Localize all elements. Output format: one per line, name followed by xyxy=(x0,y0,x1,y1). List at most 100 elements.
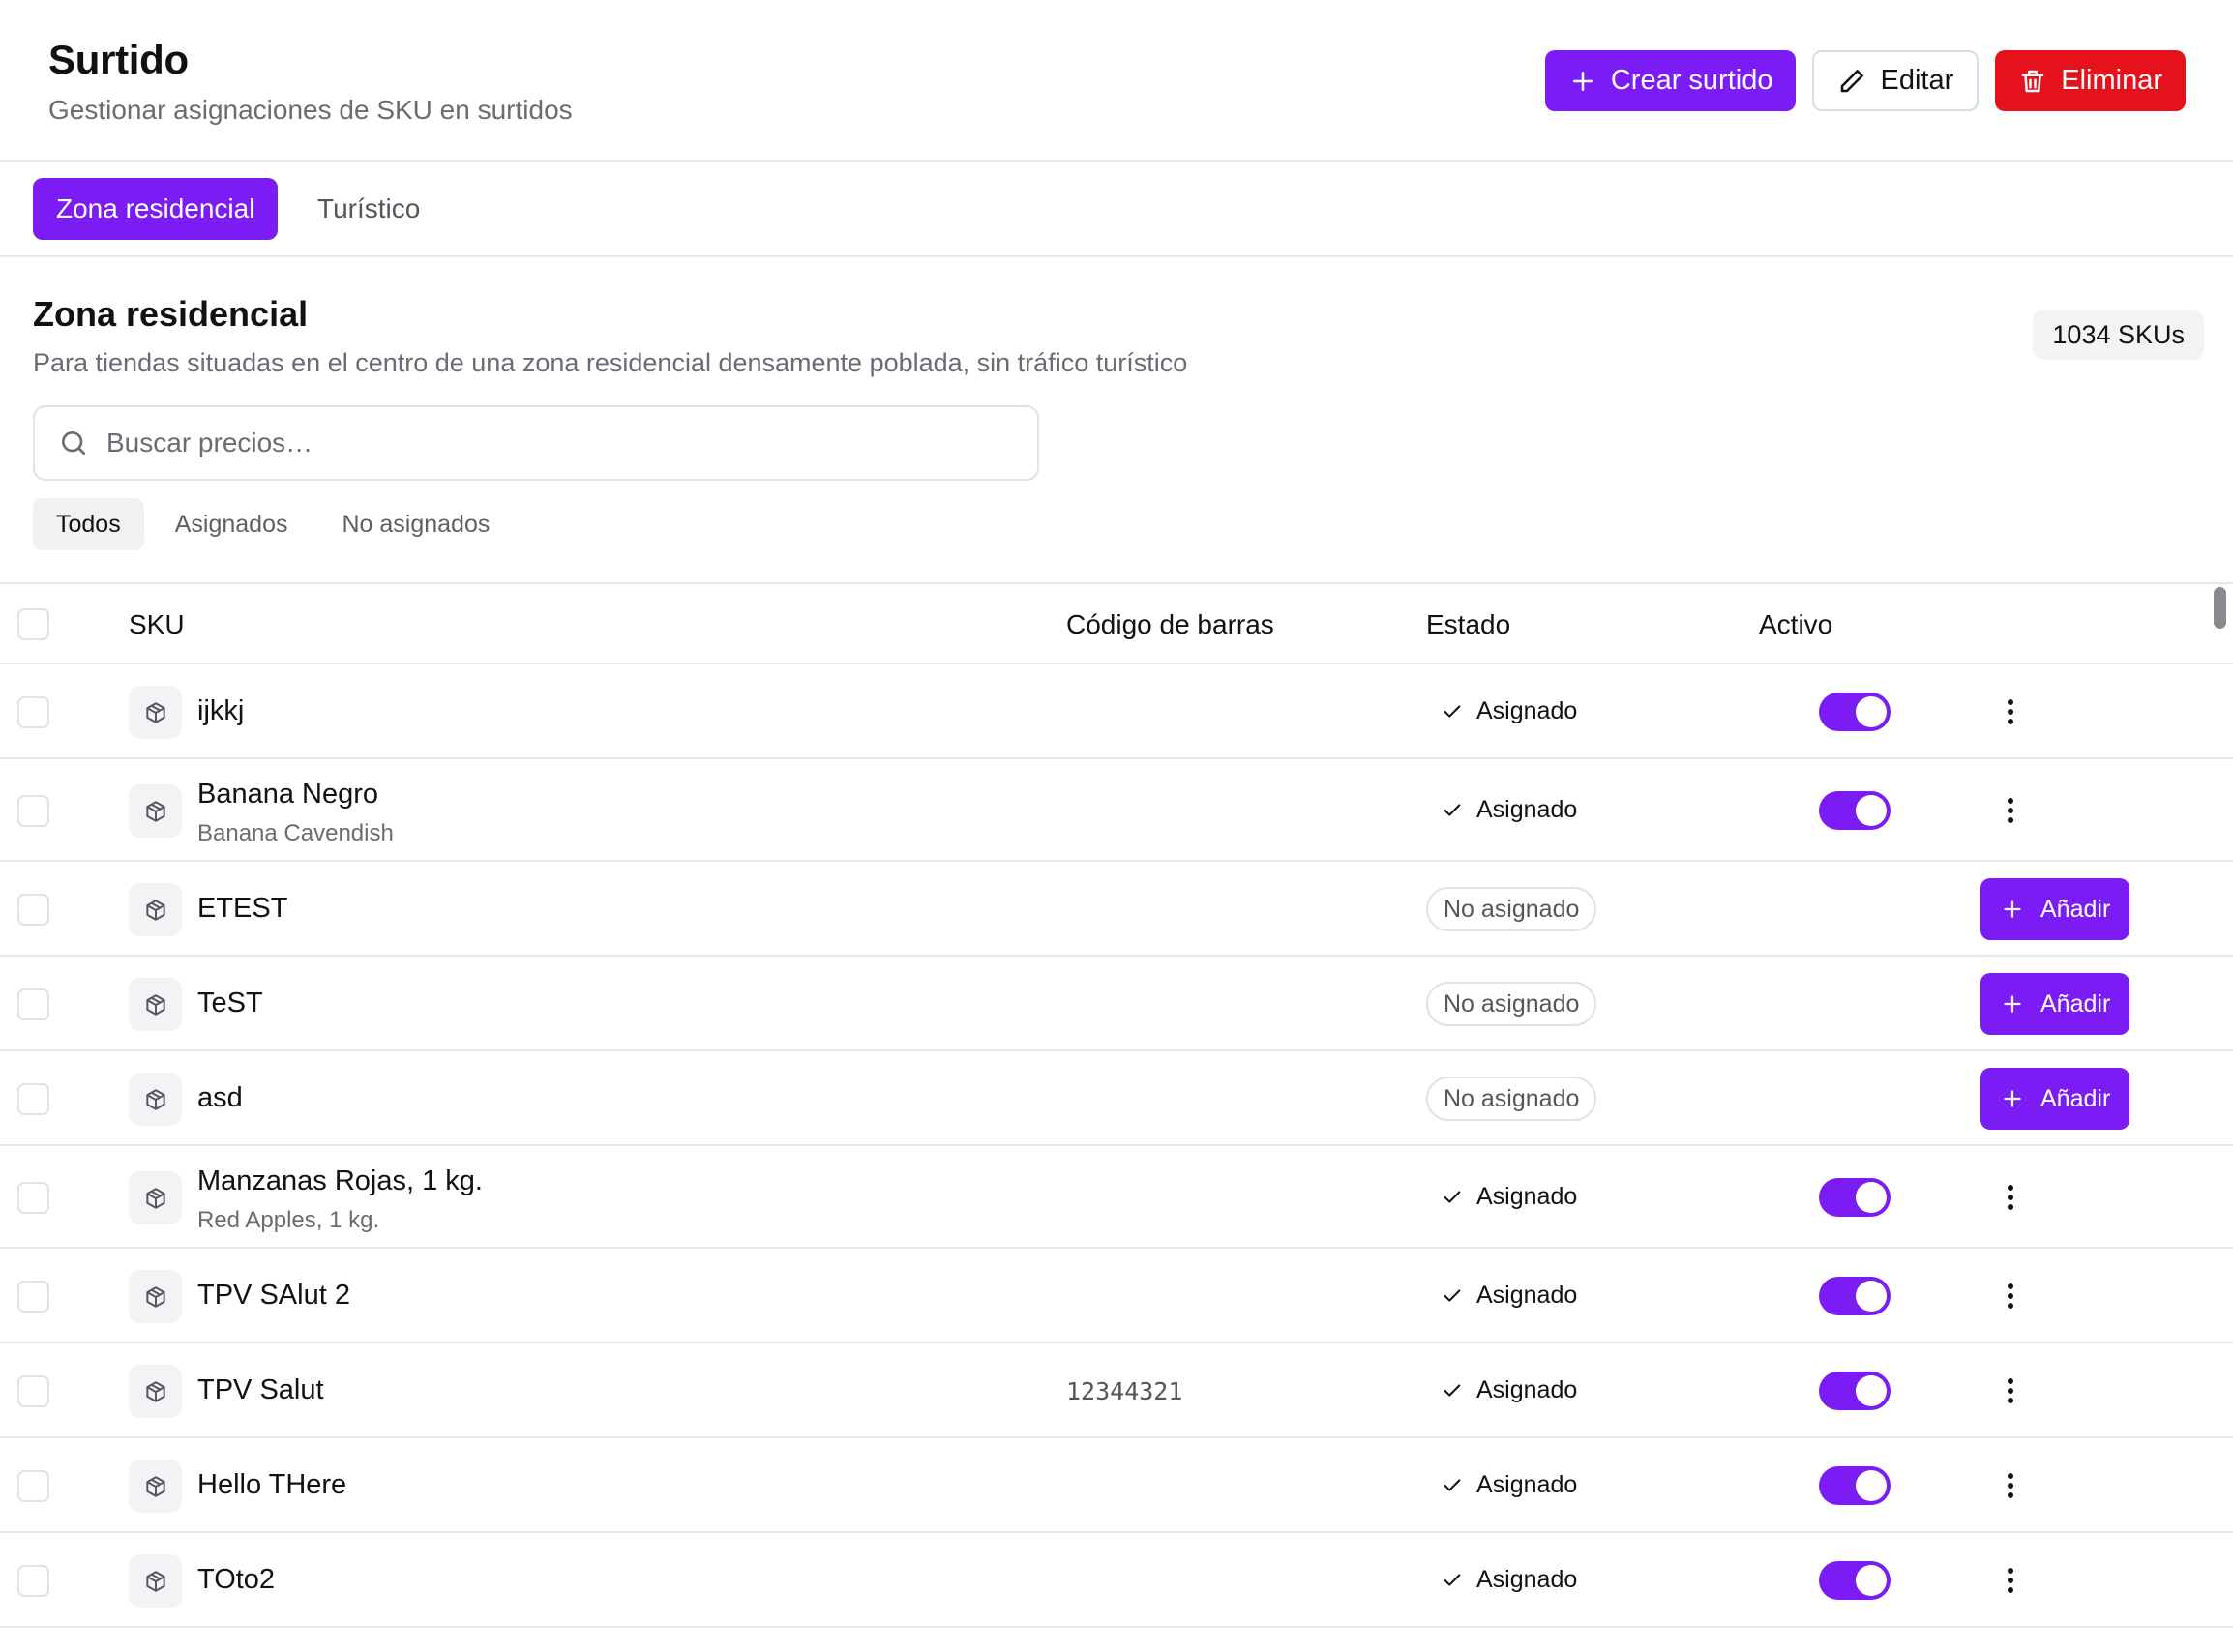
status-assigned: Asignado xyxy=(1442,1282,1577,1310)
plus-icon xyxy=(2004,1090,2021,1107)
status-label: Asignado xyxy=(1476,1471,1578,1498)
package-icon xyxy=(129,1073,182,1126)
check-icon xyxy=(1444,1573,1461,1586)
filter-todos[interactable]: Todos xyxy=(33,498,144,550)
kebab-icon[interactable] xyxy=(1995,693,2026,731)
active-toggle[interactable] xyxy=(1819,1277,1891,1315)
section-description: Para tiendas situadas en el centro de un… xyxy=(33,348,1188,377)
package-icon xyxy=(129,883,182,936)
active-toggle[interactable] xyxy=(1819,1178,1891,1217)
row-checkbox[interactable] xyxy=(17,894,49,926)
add-label: Añadir xyxy=(2040,1084,2111,1112)
active-toggle[interactable] xyxy=(1819,1561,1891,1600)
row-checkbox[interactable] xyxy=(17,795,49,827)
barcode-value: 12344321 xyxy=(1066,1377,1183,1405)
status-assigned: Asignado xyxy=(1442,1376,1577,1404)
status-assigned: Asignado xyxy=(1442,796,1577,824)
row-checkbox[interactable] xyxy=(17,1083,49,1115)
package-icon xyxy=(129,1270,182,1323)
table-row: ijkkj Asignado xyxy=(0,664,2233,759)
pencil-icon xyxy=(1841,69,1864,92)
table-row: asd No asignado Añadir xyxy=(0,1051,2233,1146)
package-icon xyxy=(129,1554,182,1608)
check-icon xyxy=(1444,1190,1461,1203)
add-label: Añadir xyxy=(2040,989,2111,1018)
package-icon xyxy=(129,1460,182,1513)
row-checkbox[interactable] xyxy=(17,1281,49,1313)
sku-name: TeST xyxy=(197,988,263,1018)
plus-icon xyxy=(1572,71,1593,91)
table-row: Manzanas Rojas, 1 kg. Red Apples, 1 kg. As… xyxy=(0,1146,2233,1249)
package-icon xyxy=(129,978,182,1031)
check-icon xyxy=(1444,704,1461,718)
status-badge: No asignado xyxy=(1426,887,1597,931)
row-checkbox[interactable] xyxy=(17,988,49,1020)
search-icon xyxy=(62,431,85,455)
delete-label: Eliminar xyxy=(2061,65,2162,96)
row-checkbox[interactable] xyxy=(17,1375,49,1407)
table-row: TPV SAlut 2 Asignado xyxy=(0,1249,2233,1343)
sku-subtitle: Banana Cavendish xyxy=(197,820,394,846)
sku-name: Hello THere xyxy=(197,1469,347,1500)
active-toggle[interactable] xyxy=(1819,791,1891,830)
package-icon xyxy=(129,1365,182,1418)
page-header: Surtido Gestionar asignaciones de SKU en… xyxy=(0,0,2233,162)
active-toggle[interactable] xyxy=(1819,693,1891,731)
table-header: SKU Código de barras Estado Activo xyxy=(0,584,2233,664)
add-label: Añadir xyxy=(2040,895,2111,923)
check-icon xyxy=(1444,1478,1461,1491)
column-header-barcode: Código de barras xyxy=(1066,609,1274,639)
edit-label: Editar xyxy=(1880,65,1954,96)
kebab-icon[interactable] xyxy=(1995,791,2026,830)
kebab-icon[interactable] xyxy=(1995,1561,2026,1600)
status-label: Asignado xyxy=(1476,1282,1578,1309)
sku-name: ETEST xyxy=(197,893,288,924)
sku-table: SKU Código de barras Estado Activo ijkkj… xyxy=(0,582,2233,1628)
table-row: Banana Negro Banana Cavendish Asignado xyxy=(0,759,2233,862)
filter-tabs: Todos Asignados No asignados xyxy=(33,498,513,550)
row-checkbox[interactable] xyxy=(17,696,49,728)
package-icon xyxy=(129,784,182,838)
kebab-icon[interactable] xyxy=(1995,1466,2026,1505)
sku-subtitle: Red Apples, 1 kg. xyxy=(197,1207,380,1233)
page-subtitle: Gestionar asignaciones de SKU en surtido… xyxy=(48,95,573,125)
column-header-sku: SKU xyxy=(129,609,185,639)
row-checkbox[interactable] xyxy=(17,1565,49,1597)
filter-no-asignados[interactable]: No asignados xyxy=(318,498,513,550)
row-checkbox[interactable] xyxy=(17,1182,49,1214)
search-input[interactable] xyxy=(106,428,977,458)
assortment-tabs: Zona residencial Turístico xyxy=(0,162,2233,257)
kebab-icon[interactable] xyxy=(1995,1178,2026,1217)
status-label: Asignado xyxy=(1476,1566,1578,1593)
package-icon xyxy=(129,1171,182,1224)
status-label: Asignado xyxy=(1476,1183,1578,1210)
table-row: ETEST No asignado Añadir xyxy=(0,862,2233,957)
column-header-active: Activo xyxy=(1759,609,1833,639)
create-assortment-label: Crear surtido xyxy=(1610,65,1773,96)
edit-button[interactable]: Editar xyxy=(1812,50,1980,111)
status-assigned: Asignado xyxy=(1442,697,1577,725)
add-button[interactable]: Añadir xyxy=(1980,1068,2130,1130)
plus-icon xyxy=(2004,995,2021,1013)
filter-asignados[interactable]: Asignados xyxy=(152,498,312,550)
status-assigned: Asignado xyxy=(1442,1471,1577,1499)
add-button[interactable]: Añadir xyxy=(1980,973,2130,1035)
delete-button[interactable]: Eliminar xyxy=(1995,50,2186,111)
row-checkbox[interactable] xyxy=(17,1470,49,1502)
status-badge: No asignado xyxy=(1426,982,1597,1026)
status-assigned: Asignado xyxy=(1442,1566,1577,1594)
scrollbar-thumb[interactable] xyxy=(2214,587,2226,629)
table-row: Hello THere Asignado xyxy=(0,1438,2233,1533)
tab-zona-residencial[interactable]: Zona residencial xyxy=(33,178,279,240)
add-button[interactable]: Añadir xyxy=(1980,878,2130,940)
status-assigned: Asignado xyxy=(1442,1183,1577,1211)
active-toggle[interactable] xyxy=(1819,1372,1891,1410)
select-all-checkbox[interactable] xyxy=(17,608,49,640)
kebab-icon[interactable] xyxy=(1995,1277,2026,1315)
kebab-icon[interactable] xyxy=(1995,1372,2026,1410)
sku-name: Banana Negro xyxy=(197,779,379,810)
active-toggle[interactable] xyxy=(1819,1466,1891,1505)
create-assortment-button[interactable]: Crear surtido xyxy=(1544,50,1797,111)
tab-turistico[interactable]: Turístico xyxy=(294,178,443,240)
status-badge: No asignado xyxy=(1426,1077,1597,1121)
